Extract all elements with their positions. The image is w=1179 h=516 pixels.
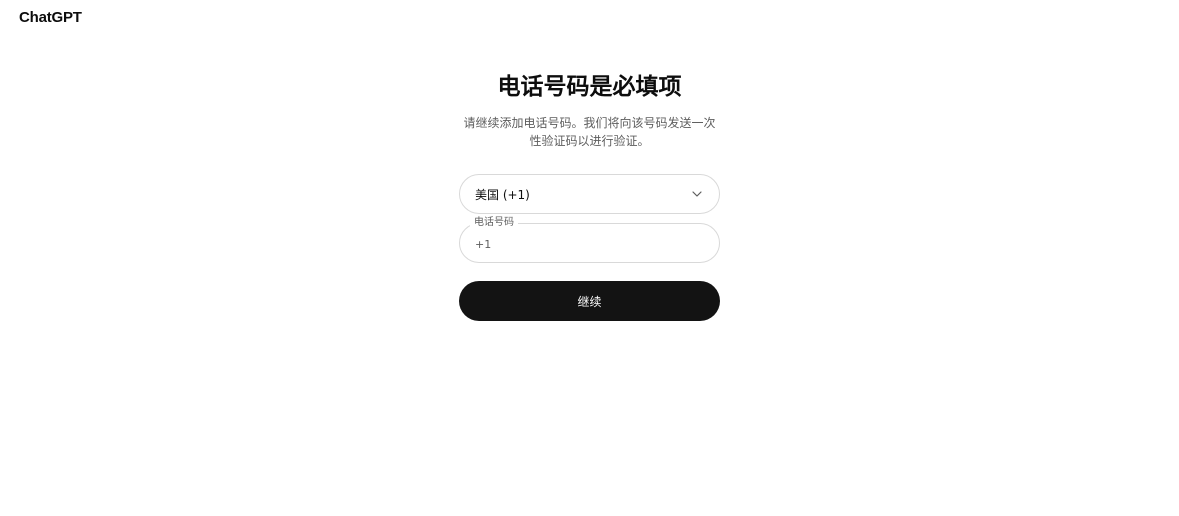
continue-button[interactable]: 继续	[459, 281, 720, 321]
phone-number-group: 电话号码	[459, 217, 720, 263]
page-title: 电话号码是必填项	[497, 74, 682, 100]
phone-number-label: 电话号码	[470, 217, 518, 229]
chatgpt-logo[interactable]: ChatGPT	[19, 9, 82, 26]
page-subtitle: 请继续添加电话号码。我们将向该号码发送一次性验证码以进行验证。	[463, 116, 716, 148]
chevron-down-icon	[691, 188, 703, 200]
page: ChatGPT 电话号码是必填项 请继续添加电话号码。我们将向该号码发送一次性验…	[0, 0, 1179, 516]
phone-number-field[interactable]	[459, 223, 720, 263]
country-select[interactable]: 美国 (+1)	[459, 174, 720, 214]
phone-required-form: 电话号码是必填项 请继续添加电话号码。我们将向该号码发送一次性验证码以进行验证。…	[459, 70, 720, 321]
phone-number-input[interactable]	[475, 237, 704, 251]
country-select-value: 美国 (+1)	[475, 187, 530, 202]
